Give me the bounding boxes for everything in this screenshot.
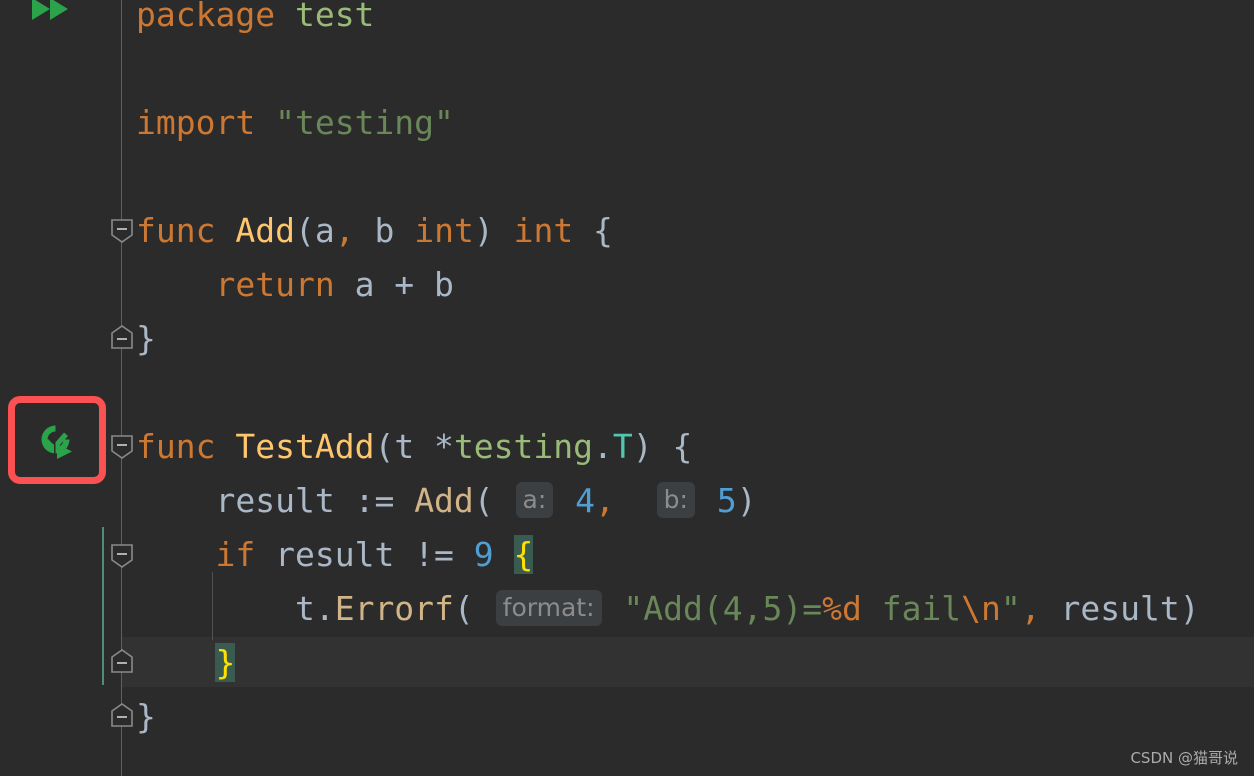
code-token: 9 — [473, 535, 494, 574]
code-token: 4 — [575, 481, 596, 520]
code-token: int — [414, 211, 474, 250]
code-token: package — [136, 0, 276, 34]
code-token: , — [1020, 589, 1041, 628]
line-return[interactable]: return a + b — [136, 260, 454, 310]
code-token: { — [513, 535, 534, 574]
code-token: testing — [453, 427, 594, 466]
code-token: a + b — [334, 265, 454, 304]
code-token: ( — [294, 211, 315, 250]
fold-open-marker[interactable] — [110, 543, 134, 569]
code-token: T — [612, 427, 633, 466]
code-token: ) — [1179, 589, 1200, 628]
code-token: %d — [822, 589, 862, 628]
code-token: func — [136, 211, 216, 250]
code-token: result != — [255, 535, 474, 574]
code-token: return — [215, 265, 335, 304]
fold-close-marker[interactable] — [110, 702, 134, 728]
code-token: { — [573, 211, 613, 250]
code-token: } — [136, 697, 156, 736]
fold-close-marker[interactable] — [110, 648, 134, 674]
code-token: TestAdd — [235, 427, 375, 466]
code-token: t — [394, 427, 415, 466]
code-token: fail — [861, 589, 962, 628]
code-token: . — [314, 589, 335, 628]
fold-open-marker[interactable] — [110, 218, 134, 244]
code-token: ( — [473, 481, 514, 520]
line-func-testadd[interactable]: func TestAdd(t *testing.T) { — [136, 422, 692, 472]
fold-open-marker[interactable] — [110, 434, 134, 460]
code-token: } — [215, 643, 236, 682]
fold-close-marker[interactable] — [110, 324, 134, 350]
code-token: * — [414, 427, 454, 466]
code-token: \n — [961, 589, 1001, 628]
watermark-text: CSDN @猫哥说 — [1130, 749, 1238, 767]
line-errorf[interactable]: t.Errorf( format: "Add(4,5)=%d fail\n", … — [136, 584, 1200, 634]
line-result-assign[interactable]: result := Add( a: 4, b: 5) — [136, 476, 757, 526]
code-token: 5 — [716, 481, 737, 520]
code-token: test — [294, 0, 375, 34]
run-test-success-icon[interactable] — [34, 420, 76, 462]
code-token: import — [136, 103, 256, 142]
line-func-add[interactable]: func Add(a, b int) int { — [136, 206, 613, 256]
code-token: b — [374, 211, 395, 250]
line-import[interactable]: import "testing" — [136, 98, 454, 148]
line-close-testadd[interactable]: } — [136, 692, 156, 742]
line-if[interactable]: if result != 9 { — [136, 530, 534, 580]
code-token: "testing" — [275, 103, 454, 142]
line-close-if[interactable]: } — [136, 638, 236, 688]
code-token: ) { — [632, 427, 693, 466]
code-token: Add — [414, 481, 474, 520]
code-token: ( — [374, 427, 395, 466]
code-token: result — [1040, 589, 1180, 628]
code-token: int — [513, 211, 574, 250]
code-token: } — [136, 319, 156, 358]
code-token: a — [314, 211, 335, 250]
code-token: result — [215, 481, 335, 520]
code-token: func — [136, 427, 216, 466]
parameter-hint-chip: b: — [656, 482, 695, 518]
parameter-hint-chip: format: — [495, 590, 602, 626]
code-token: , — [595, 481, 615, 520]
code-token: "Add(4,5)= — [623, 589, 823, 628]
line-package[interactable]: package test — [136, 0, 374, 40]
code-token: ( — [453, 589, 494, 628]
code-token: t — [294, 589, 315, 628]
code-token: ) — [736, 481, 757, 520]
code-token: Add — [235, 211, 295, 250]
indent-guide — [212, 572, 213, 640]
parameter-hint-chip: a: — [515, 482, 554, 518]
code-token: if — [215, 535, 256, 574]
code-token: . — [593, 427, 613, 466]
code-token: , — [334, 211, 355, 250]
code-token: Errorf — [334, 589, 454, 628]
bracket-scope-bar — [102, 527, 104, 685]
double-chevron-run-icon[interactable] — [28, 0, 74, 28]
code-token: " — [1000, 589, 1021, 628]
line-close-add[interactable]: } — [136, 314, 156, 364]
code-token: := — [334, 481, 415, 520]
code-token: ) — [473, 211, 494, 250]
code-editor[interactable]: package test import "testing" func Add(a… — [0, 0, 1254, 776]
code-content[interactable]: package test import "testing" func Add(a… — [0, 0, 1254, 776]
